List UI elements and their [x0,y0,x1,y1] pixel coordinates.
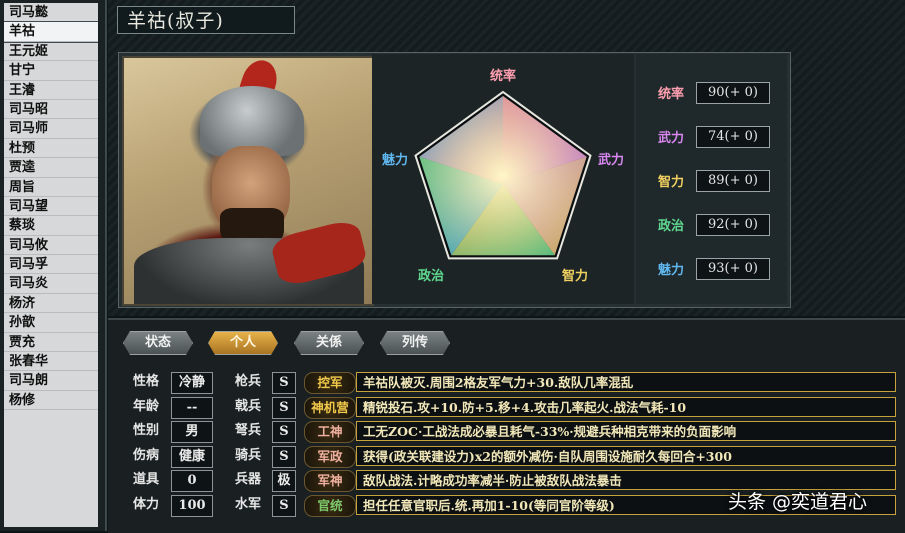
radar-axis-label: 统率 [490,68,516,84]
skill-name[interactable]: 神机营 [304,397,356,419]
radar-axis-label: 武力 [598,152,624,168]
attribute-value: 0 [171,470,213,492]
stats-radar-chart: 统率武力智力 政治 魅力 [372,54,634,304]
skill-name[interactable]: 军神 [304,470,356,492]
sidebar-item[interactable]: 司马孚 [4,255,98,275]
tab-biography[interactable]: 列传 [380,331,450,355]
sidebar-item[interactable]: 杨济 [4,294,98,314]
sidebar-item[interactable]: 司马炎 [4,274,98,294]
aptitude-grade: S [272,495,296,517]
radar-axis-label: 政治 [418,268,444,284]
aptitude-label: 兵器 [234,472,261,487]
radar-axis-label: 魅力 [382,152,408,168]
skill-name[interactable]: 工神 [304,421,356,443]
aptitude-label: 弩兵 [234,423,261,438]
officer-list-panel: 司马懿 羊祜 王元姬 甘宁 王濬 司马昭 司马师 杜预 贾逵 周旨 司马望 蔡琰 司马攸 司马孚 司马炎 杨济… [0,0,107,531]
aptitude-grade: S [272,421,296,443]
stat-label: 智力 [658,175,685,190]
sidebar-item[interactable]: 杜预 [4,139,98,159]
attribute-value: 冷静 [171,372,213,394]
sidebar-item[interactable]: 杨修 [4,391,98,411]
attribute-label: 年龄 [132,399,159,414]
sidebar-item[interactable]: 蔡琰 [4,216,98,236]
attribute-value: 男 [171,421,213,443]
stat-value: 90(+ 0) [696,82,770,104]
sidebar-item[interactable]: 司马望 [4,197,98,217]
sidebar-item[interactable]: 司马朗 [4,371,98,391]
radar-axis-label: 智力 [562,268,588,284]
sidebar-item[interactable]: 贾逵 [4,158,98,178]
sidebar-item[interactable]: 司马攸 [4,236,98,256]
sidebar-item[interactable]: 王濬 [4,81,98,100]
officer-name-title: 羊祜(叔子) [117,6,295,34]
stat-label: 政治 [658,219,685,234]
aptitude-grade: S [272,372,296,394]
aptitude-grade: S [272,397,296,419]
attribute-label: 伤病 [132,448,159,463]
skill-description: 精锐投石.攻+10.防+5.移+4.攻击几率起火.战法气耗-10 [356,397,896,417]
sidebar-item[interactable]: 司马懿 [4,3,98,23]
stat-label: 统率 [658,87,685,102]
sidebar-item[interactable]: 甘宁 [4,61,98,81]
sidebar-item[interactable]: 周旨 [4,178,98,197]
sidebar-item[interactable]: 司马师 [4,119,98,139]
attribute-label: 性别 [132,423,159,438]
aptitude-label: 枪兵 [234,374,261,389]
skill-name[interactable]: 控军 [304,372,356,394]
aptitude-label: 骑兵 [234,448,261,463]
stat-value: 89(+ 0) [696,170,770,192]
skill-description: 羊祜队被灭.周围2格友军气力+30.敌队几率混乱 [356,372,896,392]
stats-column: 统率 90(+ 0) 武力 74(+ 0) 智力 89(+ 0) 政治 92(+ 0) 魅力 93… [636,54,787,304]
tab-personal[interactable]: 个人 [208,331,278,355]
sidebar-item[interactable]: 张春华 [4,352,98,372]
attribute-value: -- [171,397,213,419]
tab-relations[interactable]: 关係 [294,331,364,355]
stat-value: 92(+ 0) [696,214,770,236]
radar-svg: 统率武力智力 政治 魅力 [382,68,624,284]
skill-description: 工无ZOC·工战法成必暴且耗气-33%·规避兵种相克带来的负面影响 [356,421,896,441]
stat-value: 74(+ 0) [696,126,770,148]
attribute-value: 健康 [171,446,213,468]
aptitude-grade: S [272,446,296,468]
officer-list[interactable]: 司马懿 羊祜 王元姬 甘宁 王濬 司马昭 司马师 杜预 贾逵 周旨 司马望 蔡琰 司马攸 司马孚 司马炎 杨济… [4,3,98,527]
attribute-label: 性格 [132,374,159,389]
radar-glow [419,96,587,256]
attribute-value: 100 [171,495,213,517]
sidebar-item[interactable]: 羊祜 [4,21,98,43]
sidebar-item[interactable]: 司马昭 [4,100,98,120]
aptitude-label: 戟兵 [234,399,261,414]
stat-label: 魅力 [658,263,685,278]
tab-status[interactable]: 状态 [123,331,193,355]
sidebar-item[interactable]: 王元姬 [4,42,98,62]
skill-name[interactable]: 官统 [304,495,356,517]
stat-value: 93(+ 0) [696,258,770,280]
sidebar-item[interactable]: 贾充 [4,333,98,353]
aptitude-label: 水军 [234,497,261,512]
watermark: 头条 @奕道君心 [728,491,868,513]
aptitude-grade: 极 [272,470,296,492]
skill-description: 获得(政关联建设力)x2的额外减伤·自队周围设施耐久每回合+300 [356,446,896,466]
skill-name[interactable]: 军政 [304,446,356,468]
attribute-label: 体力 [132,497,159,512]
attribute-label: 道具 [132,472,159,487]
stat-label: 武力 [658,131,685,146]
officer-portrait [122,56,374,306]
sidebar-item[interactable]: 孙歆 [4,313,98,333]
